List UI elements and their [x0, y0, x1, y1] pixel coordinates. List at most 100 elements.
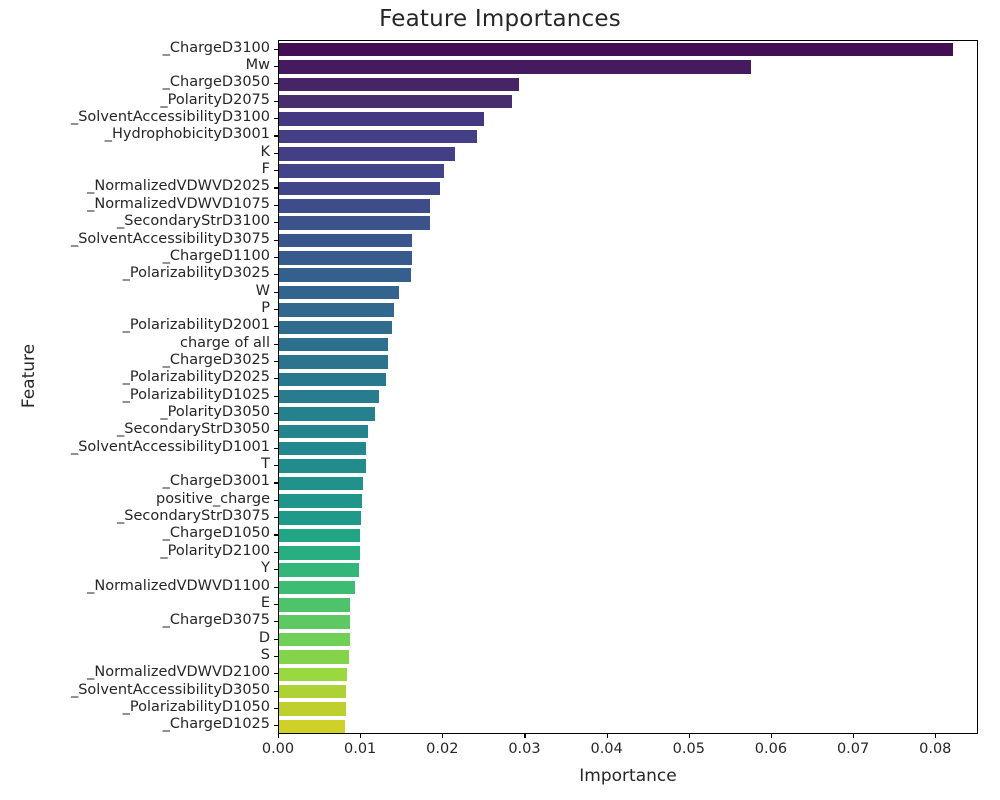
- bar: [279, 563, 359, 577]
- y-tick-label: _PolarityD2075: [160, 91, 270, 108]
- bar: [279, 684, 347, 699]
- y-tick-label: W: [255, 282, 270, 299]
- bar-row: [279, 147, 977, 161]
- bar: [279, 650, 349, 664]
- y-tick-mark: [273, 343, 278, 345]
- bar: [279, 112, 485, 126]
- bar: [279, 615, 350, 629]
- y-tick-label: _HydrophobicityD3001: [104, 126, 270, 143]
- y-tick-label: _PolarityD2100: [160, 542, 270, 559]
- y-tick-mark: [273, 430, 278, 432]
- bar: [279, 667, 348, 682]
- bar-row: [279, 372, 977, 387]
- y-tick-label: _SolventAccessibilityD3100: [70, 109, 270, 126]
- bar: [279, 77, 519, 92]
- y-tick-label: T: [261, 456, 270, 473]
- y-tick-label: _ChargeD3025: [162, 351, 270, 368]
- plot-area: [278, 40, 978, 734]
- y-tick-label: _ChargeD3001: [162, 473, 270, 490]
- bar: [279, 511, 362, 525]
- bar-row: [279, 199, 977, 213]
- bar: [279, 216, 431, 230]
- y-tick-label: _ChargeD3075: [162, 612, 270, 629]
- bar: [279, 320, 392, 335]
- bar-row: [279, 42, 977, 57]
- bar-row: [279, 494, 977, 508]
- y-tick-mark: [273, 534, 278, 536]
- y-tick-mark: [273, 482, 278, 484]
- y-tick-mark: [273, 569, 278, 571]
- y-tick-mark: [273, 378, 278, 380]
- bar: [279, 632, 350, 647]
- y-tick-label: _SolventAccessibilityD3050: [70, 681, 270, 698]
- y-tick-label: _SolventAccessibilityD1001: [70, 438, 270, 455]
- y-tick-label: K: [260, 143, 270, 160]
- y-tick-mark: [273, 256, 278, 258]
- bar: [279, 494, 362, 508]
- x-tick-mark: [278, 734, 280, 738]
- bar: [279, 199, 431, 213]
- bar-row: [279, 233, 977, 248]
- y-tick-label: _PolarityD3050: [160, 404, 270, 421]
- x-tick-label: 0.01: [344, 741, 377, 757]
- y-tick-mark: [273, 360, 278, 363]
- bar: [279, 528, 361, 543]
- y-tick-mark: [273, 725, 278, 727]
- bar: [279, 268, 412, 282]
- bar-row: [279, 719, 977, 734]
- y-tick-label: _PolarizabilityD2025: [122, 369, 270, 386]
- y-tick-mark: [273, 222, 278, 224]
- y-tick-mark: [273, 100, 278, 102]
- bar-row: [279, 77, 977, 92]
- y-tick-label: _NormalizedVDWVD1075: [87, 195, 270, 212]
- y-tick-label: _ChargeD3100: [162, 39, 270, 56]
- bar: [279, 147, 455, 161]
- y-tick-label: F: [261, 161, 270, 178]
- bar-row: [279, 251, 977, 265]
- bar: [279, 476, 363, 491]
- x-tick-mark: [853, 734, 855, 738]
- bar: [279, 94, 512, 109]
- x-tick-label: 0.07: [836, 741, 870, 757]
- y-tick-mark: [273, 603, 278, 605]
- y-tick-mark: [273, 517, 278, 519]
- y-tick-label: _ChargeD1100: [162, 247, 270, 264]
- x-tick-label: 0.03: [508, 741, 541, 757]
- x-tick-label: 0.02: [426, 741, 459, 757]
- y-tick-mark: [273, 204, 278, 206]
- y-tick-label: S: [260, 646, 270, 663]
- bar: [279, 285, 399, 300]
- bar: [279, 546, 360, 560]
- bar-row: [279, 615, 977, 629]
- y-tick-mark: [273, 274, 278, 276]
- y-tick-label: _NormalizedVDWVD1100: [87, 577, 270, 594]
- bar-row: [279, 546, 977, 560]
- y-tick-mark: [273, 308, 278, 311]
- bar: [279, 598, 351, 612]
- y-tick-label: _SecondaryStrD3075: [117, 508, 270, 525]
- y-tick-label: Mw: [245, 57, 270, 74]
- bar-row: [279, 268, 977, 282]
- x-tick-label: 0.08: [919, 741, 952, 757]
- y-tick-mark: [273, 413, 278, 415]
- bar-row: [279, 216, 977, 230]
- x-tick-mark: [935, 734, 937, 738]
- bar: [279, 719, 345, 734]
- bar-row: [279, 303, 977, 317]
- y-tick-label: _SecondaryStrD3100: [117, 213, 270, 230]
- y-tick-mark: [273, 83, 278, 85]
- bar: [279, 303, 395, 317]
- y-tick-mark: [273, 291, 278, 293]
- y-tick-label: _ChargeD1025: [162, 716, 270, 733]
- bar: [279, 60, 752, 74]
- x-tick-label: 0.00: [261, 741, 295, 757]
- bar: [279, 389, 380, 404]
- bar-row: [279, 337, 977, 352]
- y-tick-mark: [273, 707, 278, 710]
- bar: [279, 407, 376, 421]
- bar-row: [279, 164, 977, 178]
- bar-row: [279, 684, 977, 699]
- bar-series: [279, 41, 977, 734]
- bar-row: [279, 563, 977, 577]
- bar: [279, 164, 445, 178]
